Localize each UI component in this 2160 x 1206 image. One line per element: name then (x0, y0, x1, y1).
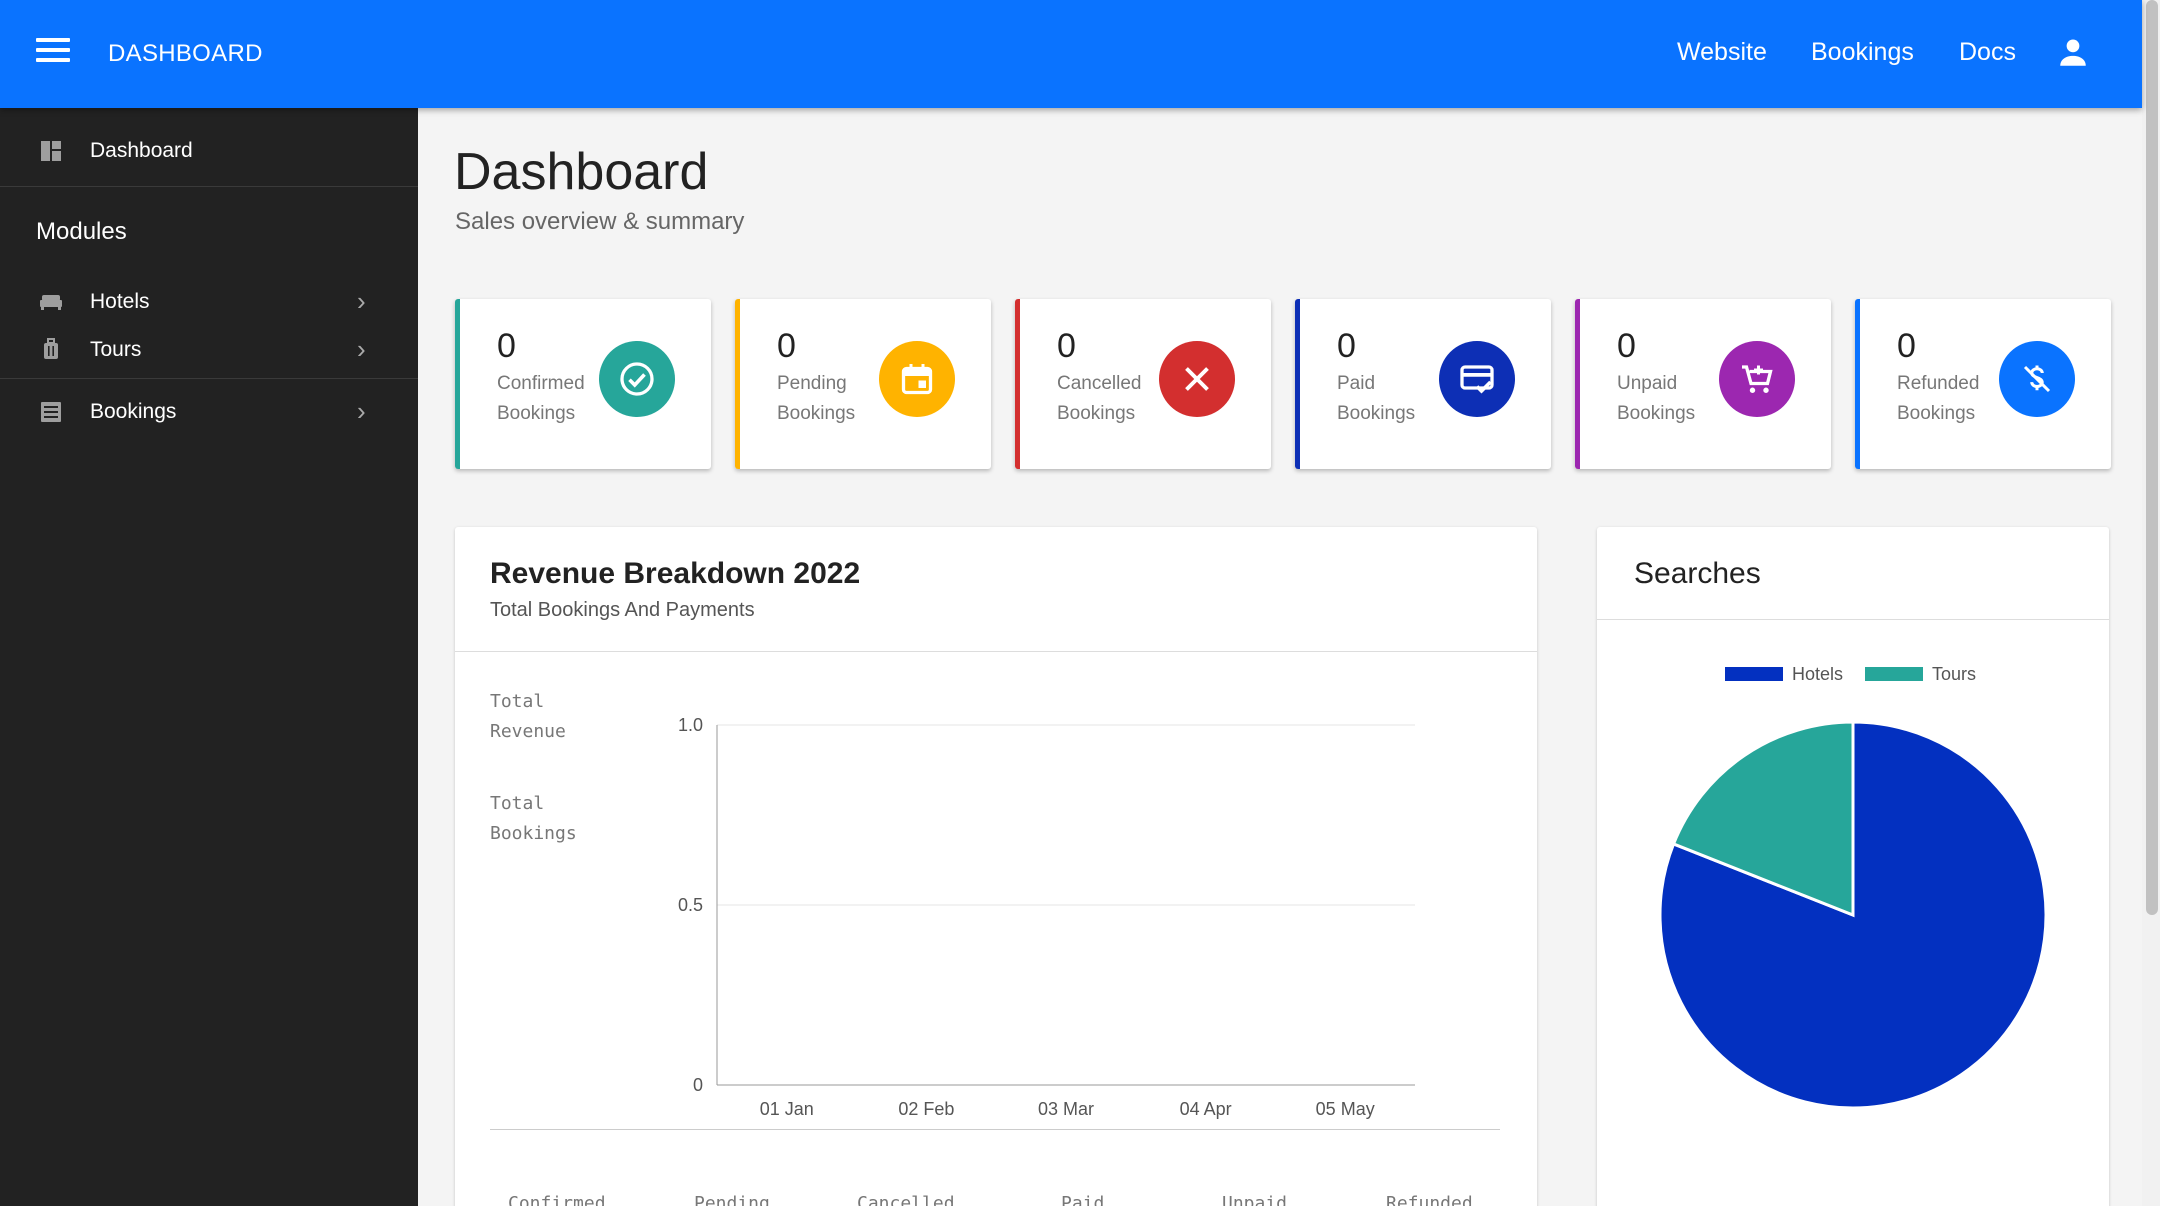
y-tick-label: 1.0 (678, 715, 703, 735)
no-dollar-icon (1999, 341, 2075, 417)
sidebar-item-label: Hotels (90, 290, 150, 313)
accent-bar (1295, 299, 1300, 469)
page-subtitle: Sales overview & summary (455, 208, 745, 235)
legend-revenue-line2: Revenue (490, 721, 566, 742)
accent-bar (1855, 299, 1860, 469)
stat-label: Cancelled (1057, 373, 1142, 394)
stat-value: 0 (1897, 327, 1916, 365)
y-tick-label: 0.5 (678, 895, 703, 915)
stat-card-paid[interactable]: 0 Paid Bookings (1295, 299, 1551, 469)
stat-label: Bookings (497, 403, 576, 424)
searches-panel: Searches Hotels Tours (1597, 527, 2109, 1206)
sidebar-item-tours[interactable]: Tours › (0, 326, 418, 374)
modules-heading: Modules (36, 218, 127, 245)
legend-revenue-line1: Total (490, 691, 545, 712)
payment-check-icon (1439, 341, 1515, 417)
nav-docs-link[interactable]: Docs (1959, 38, 2016, 67)
account-icon[interactable] (2056, 36, 2090, 70)
x-tick-label: 01 Jan (760, 1099, 814, 1119)
x-tick-label: 04 Apr (1180, 1099, 1232, 1119)
page-title: Dashboard (454, 143, 709, 201)
stat-value: 0 (1617, 327, 1636, 365)
sidebar-item-label: Tours (90, 338, 142, 361)
dashboard-icon (38, 139, 64, 163)
sidebar-item-label: Dashboard (90, 139, 193, 162)
stat-value: 0 (1057, 327, 1076, 365)
accent-bar (1015, 299, 1020, 469)
stat-value: 0 (777, 327, 796, 365)
sidebar: Dashboard Modules Hotels › Tours › Booki… (0, 108, 418, 1206)
nav-bookings-link[interactable]: Bookings (1811, 38, 1914, 67)
sidebar-item-label: Bookings (90, 400, 177, 423)
stat-card-refunded[interactable]: 0 Refunded Bookings (1855, 299, 2111, 469)
stat-value: 0 (497, 327, 516, 365)
sidebar-item-bookings[interactable]: Bookings › (0, 388, 418, 436)
stat-label: Confirmed (497, 373, 585, 394)
accent-bar (735, 299, 740, 469)
stat-card-cancelled[interactable]: 0 Cancelled Bookings (1015, 299, 1271, 469)
stat-card-confirmed[interactable]: 0 Confirmed Bookings (455, 299, 711, 469)
footer-col-cancelled: Cancelled (857, 1193, 955, 1206)
stat-label: Unpaid (1617, 373, 1678, 394)
top-app-bar: DASHBOARD Website Bookings Docs (0, 0, 2142, 108)
accent-bar (1575, 299, 1580, 469)
footer-col-confirmed: Confirmed (508, 1193, 606, 1206)
divider (0, 378, 418, 379)
stat-card-unpaid[interactable]: 0 Unpaid Bookings (1575, 299, 1831, 469)
bed-icon (38, 290, 64, 314)
stat-card-pending[interactable]: 0 Pending Bookings (735, 299, 991, 469)
divider (0, 186, 418, 187)
legend-swatch (1725, 667, 1783, 681)
stat-label: Paid (1337, 373, 1376, 394)
stat-value: 0 (1337, 327, 1356, 365)
chevron-right-icon: › (357, 396, 366, 426)
searches-pie-chart: Hotels Tours (1658, 667, 2048, 1110)
panel-divider (1597, 619, 2109, 620)
stat-label: Refunded (1897, 373, 1980, 394)
revenue-panel: Revenue Breakdown 2022 Total Bookings An… (455, 527, 1537, 1206)
stat-label: Bookings (1337, 403, 1416, 424)
stat-label: Bookings (1057, 403, 1136, 424)
legend-label: Tours (1932, 667, 1976, 684)
revenue-title: Revenue Breakdown 2022 (490, 557, 861, 590)
sidebar-item-dashboard[interactable]: Dashboard (0, 127, 418, 175)
scrollbar-thumb[interactable] (2146, 0, 2158, 915)
panel-divider (455, 651, 1537, 652)
check-circle-icon (599, 341, 675, 417)
revenue-line-chart: 0 0.5 1.0 01 Jan 02 Feb 03 Mar 04 Apr 05 May (678, 715, 1415, 1119)
accent-bar (455, 299, 460, 469)
footer-col-refunded: Refunded (1386, 1193, 1473, 1206)
legend-swatch (1865, 667, 1923, 681)
legend-bookings-line1: Total (490, 793, 545, 814)
list-icon (38, 400, 64, 424)
stat-label: Bookings (1617, 403, 1696, 424)
calendar-icon (879, 341, 955, 417)
stat-label: Bookings (1897, 403, 1976, 424)
footer-col-unpaid: Unpaid (1222, 1193, 1288, 1206)
footer-col-paid: Paid (1061, 1193, 1105, 1206)
nav-website-link[interactable]: Website (1677, 38, 1767, 67)
stat-label: Pending (777, 373, 847, 394)
app-title: DASHBOARD (108, 40, 263, 67)
hamburger-menu-icon[interactable] (36, 38, 70, 68)
x-tick-label: 05 May (1316, 1099, 1375, 1119)
sidebar-item-hotels[interactable]: Hotels › (0, 278, 418, 326)
legend-label: Hotels (1792, 667, 1843, 684)
searches-title: Searches (1634, 557, 1761, 590)
x-tick-label: 02 Feb (898, 1099, 954, 1119)
close-icon (1159, 341, 1235, 417)
legend-bookings-line2: Bookings (490, 823, 577, 844)
stat-label: Bookings (777, 403, 856, 424)
chart-footer-divider (490, 1129, 1500, 1130)
luggage-icon (38, 338, 64, 362)
revenue-subtitle: Total Bookings And Payments (490, 599, 755, 621)
chevron-right-icon: › (357, 334, 366, 364)
y-tick-label: 0 (693, 1075, 703, 1095)
footer-col-pending: Pending (694, 1193, 770, 1206)
cart-icon (1719, 341, 1795, 417)
chevron-right-icon: › (357, 286, 366, 316)
x-tick-label: 03 Mar (1038, 1099, 1094, 1119)
